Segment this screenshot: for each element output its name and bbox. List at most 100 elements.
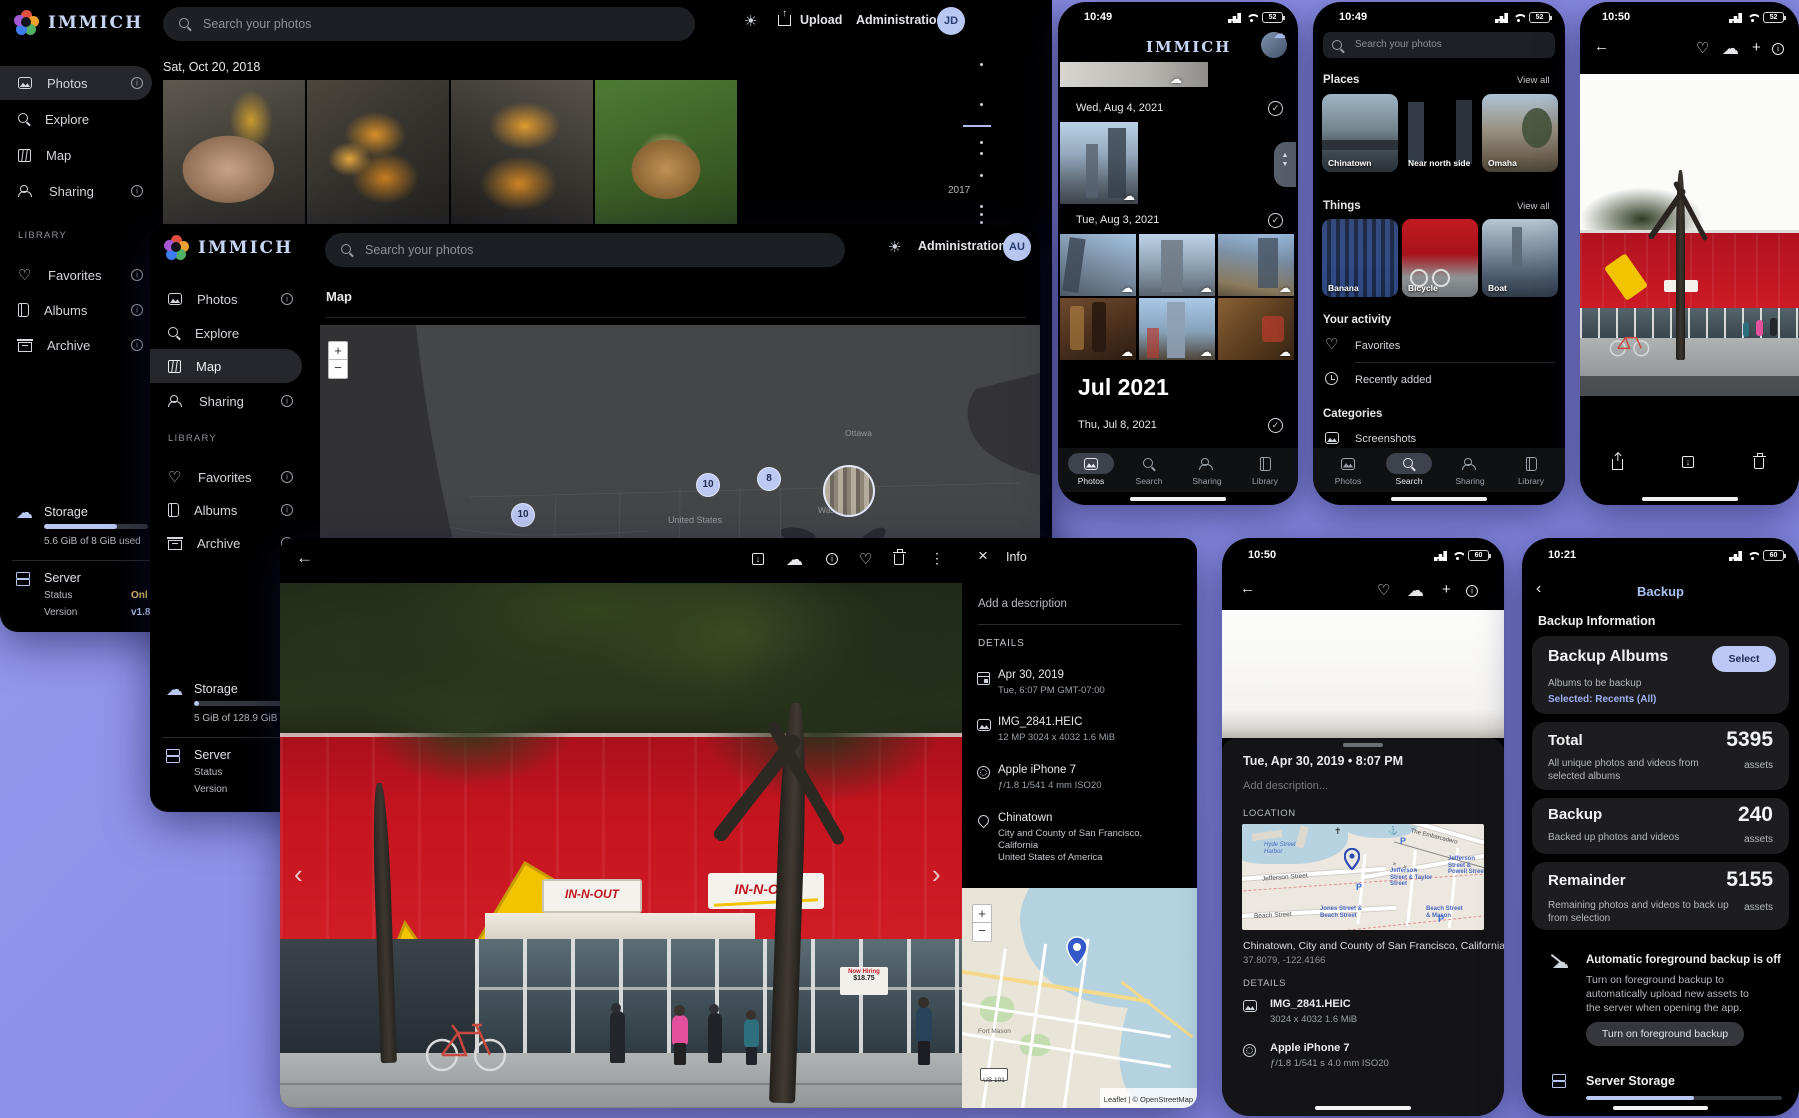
sidebar-item-archive[interactable]: Archive xyxy=(18,333,90,357)
info-icon[interactable] xyxy=(826,553,838,565)
share-icon[interactable] xyxy=(1612,459,1623,470)
info-icon[interactable] xyxy=(131,304,143,316)
archive-icon[interactable] xyxy=(1682,456,1694,468)
photo-thumbnail[interactable] xyxy=(595,80,737,224)
place-tile-near-north-side[interactable]: Near north side xyxy=(1402,94,1478,172)
sidebar-item-explore[interactable]: Explore xyxy=(18,107,89,131)
sidebar-item-favorites[interactable]: Favorites xyxy=(18,263,101,287)
info-icon[interactable] xyxy=(281,293,293,305)
favorite-icon[interactable] xyxy=(1696,42,1711,55)
select-day-icon[interactable] xyxy=(1268,213,1283,228)
avatar[interactable]: AU xyxy=(1003,233,1031,261)
trash-icon[interactable] xyxy=(894,554,904,565)
activity-item-recently-added[interactable]: Recently added xyxy=(1323,370,1555,392)
sidebar-item-map[interactable]: Map xyxy=(168,354,221,378)
back-icon[interactable]: ← xyxy=(296,548,313,568)
info-icon[interactable] xyxy=(281,471,293,483)
theme-toggle-sun-icon[interactable]: ☀ xyxy=(744,12,757,30)
sidebar-item-photos[interactable]: Photos xyxy=(18,71,87,95)
tab-library[interactable]: Library xyxy=(1502,453,1560,486)
download-icon[interactable] xyxy=(786,553,804,566)
tab-search[interactable]: Search xyxy=(1120,453,1178,486)
tab-photos[interactable]: Photos xyxy=(1319,453,1377,486)
add-description-field[interactable]: Add a description xyxy=(978,598,1067,610)
select-day-icon[interactable] xyxy=(1268,418,1283,433)
search-input[interactable]: Search your photos xyxy=(1323,32,1555,58)
tab-sharing[interactable]: Sharing xyxy=(1441,453,1499,486)
info-icon[interactable] xyxy=(1772,43,1784,55)
administration-link[interactable]: Administration xyxy=(856,13,944,27)
tab-search[interactable]: Search xyxy=(1380,453,1438,486)
info-icon[interactable] xyxy=(281,504,293,516)
photo-thumbnail[interactable]: ☁ xyxy=(1218,234,1294,296)
info-icon[interactable] xyxy=(131,339,143,351)
sidebar-item-favorites[interactable]: Favorites xyxy=(168,465,251,489)
previous-asset-icon[interactable]: ‹ xyxy=(294,859,303,890)
map-cluster-marker[interactable]: 10 xyxy=(696,473,720,497)
search-input[interactable]: Search your photos xyxy=(325,233,845,267)
map-photo-marker[interactable] xyxy=(823,465,875,517)
photo-thumbnail[interactable] xyxy=(307,80,449,224)
sidebar-item-albums[interactable]: Albums xyxy=(168,498,237,522)
location-minimap[interactable]: Fort Mason US 101 + − Leaflet | © OpenSt… xyxy=(962,888,1197,1108)
tab-photos[interactable]: Photos xyxy=(1062,453,1120,486)
favorite-icon[interactable] xyxy=(1377,584,1392,597)
things-view-all[interactable]: View all xyxy=(1517,201,1550,212)
tab-sharing[interactable]: Sharing xyxy=(1178,453,1236,486)
map-zoom-in-button[interactable]: + xyxy=(328,341,348,361)
more-options-icon[interactable]: ⋮ xyxy=(930,550,944,567)
favorite-icon[interactable] xyxy=(859,553,874,566)
places-view-all[interactable]: View all xyxy=(1517,75,1550,86)
select-button[interactable]: Select xyxy=(1712,646,1776,672)
select-day-icon[interactable] xyxy=(1268,101,1283,116)
asset-photo[interactable] xyxy=(1580,74,1799,396)
theme-toggle-sun-icon[interactable]: ☀ xyxy=(888,238,901,256)
photo-thumbnail[interactable]: ☁ xyxy=(1139,234,1215,296)
turn-on-foreground-backup-button[interactable]: Turn on foreground backup xyxy=(1586,1022,1744,1046)
sidebar-item-sharing[interactable]: Sharing xyxy=(168,389,244,413)
sidebar-item-archive[interactable]: Archive xyxy=(168,531,240,555)
upload-cloud-icon[interactable] xyxy=(1722,42,1740,55)
add-to-album-icon[interactable]: + xyxy=(1442,581,1451,598)
photo-thumbnail[interactable]: ☁ xyxy=(1060,298,1136,360)
sidebar-item-photos[interactable]: Photos xyxy=(168,287,237,311)
scroll-scrubber[interactable]: ▲▼ xyxy=(1274,142,1296,187)
add-to-album-icon[interactable]: + xyxy=(1752,39,1761,56)
map-zoom-out-button[interactable]: − xyxy=(328,359,348,379)
info-icon[interactable] xyxy=(131,77,143,89)
timeline-scrubber[interactable]: 2017 xyxy=(940,55,1010,245)
thing-tile-banana[interactable]: Banana xyxy=(1322,219,1398,297)
back-icon[interactable]: ← xyxy=(1240,580,1255,597)
avatar[interactable]: JD xyxy=(937,7,965,35)
place-tile-chinatown[interactable]: Chinatown xyxy=(1322,94,1398,172)
info-icon[interactable] xyxy=(131,269,143,281)
close-icon[interactable]: × xyxy=(978,546,988,566)
map-cluster-marker[interactable]: 10 xyxy=(511,503,535,527)
photo-thumbnail[interactable]: ☁ xyxy=(1060,122,1138,204)
info-icon[interactable] xyxy=(1466,585,1478,597)
photo-thumbnail[interactable]: ☁ xyxy=(1139,298,1215,360)
info-icon[interactable] xyxy=(281,395,293,407)
photo-thumbnail[interactable]: ☁ xyxy=(1218,298,1294,360)
photo-thumbnail[interactable]: ☁ xyxy=(1060,62,1208,87)
map-cluster-marker[interactable]: 8 xyxy=(757,467,781,491)
location-title[interactable]: Chinatown xyxy=(998,812,1052,824)
sidebar-item-sharing[interactable]: Sharing xyxy=(18,179,94,203)
trash-icon[interactable] xyxy=(1754,458,1764,469)
category-item-screenshots[interactable]: Screenshots xyxy=(1323,430,1555,448)
tab-library[interactable]: Library xyxy=(1236,453,1294,486)
photo-thumbnail[interactable]: ☁ xyxy=(1060,234,1136,296)
asset-photo-white[interactable] xyxy=(1222,610,1504,738)
minimap-zoom-in-button[interactable]: + xyxy=(972,904,992,924)
profile-avatar[interactable] xyxy=(1261,32,1287,58)
sheet-drag-handle[interactable] xyxy=(1343,743,1383,747)
sidebar-item-map[interactable]: Map xyxy=(18,143,71,167)
thing-tile-bicycle[interactable]: Bicycle xyxy=(1402,219,1478,297)
photo-thumbnail[interactable] xyxy=(451,80,593,224)
photo-thumbnail[interactable] xyxy=(163,80,305,224)
map-attribution[interactable]: Leaflet | © OpenStreetMap xyxy=(1100,1088,1197,1108)
sidebar-item-explore[interactable]: Explore xyxy=(168,321,239,345)
place-tile-omaha[interactable]: Omaha xyxy=(1482,94,1558,172)
sidebar-item-albums[interactable]: Albums xyxy=(18,298,87,322)
upload-cloud-icon[interactable] xyxy=(1407,584,1425,597)
